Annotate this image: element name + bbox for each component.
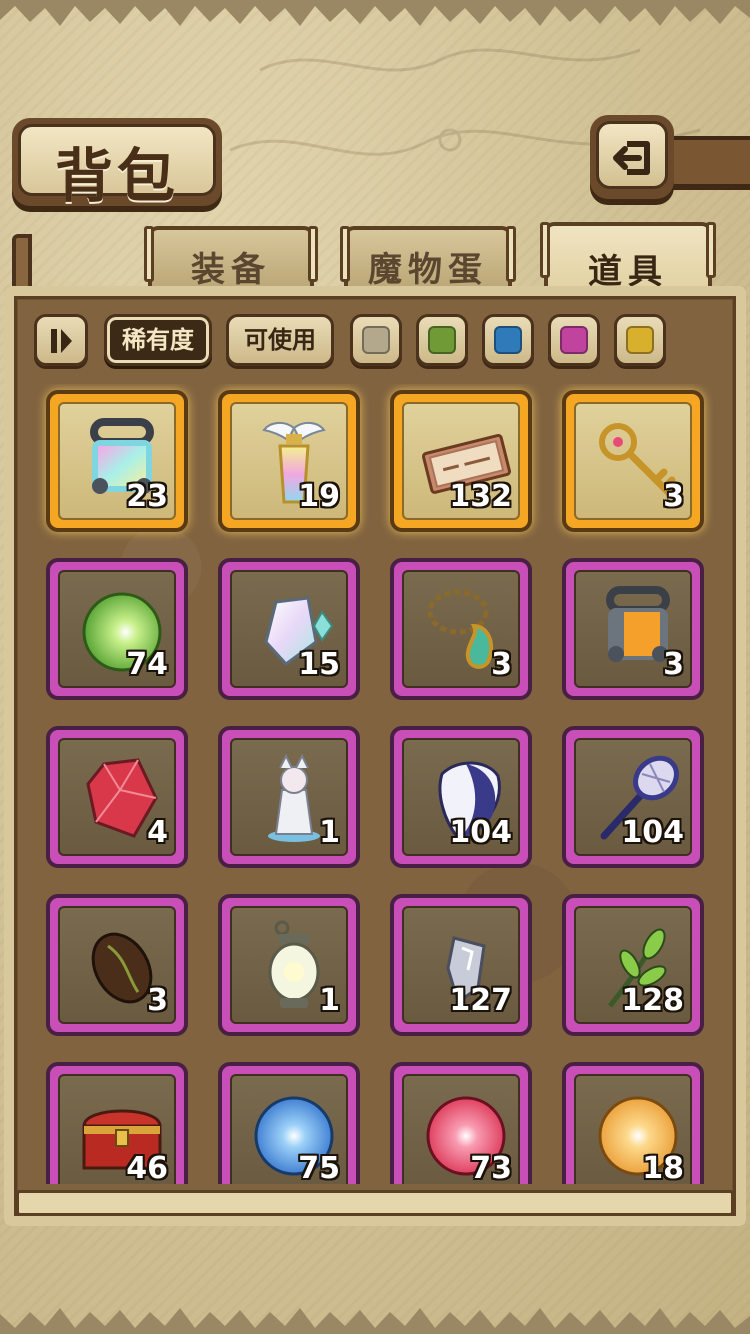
item-grid: 23 19 132 3 74 15 3 3 4 1 104 104 3 1 12…: [30, 384, 720, 1184]
item-slot-inner: 18: [574, 1074, 692, 1184]
item-slot-inner: 46: [58, 1074, 176, 1184]
tab-equipment[interactable]: 装备: [144, 226, 318, 292]
back-button[interactable]: [590, 115, 674, 199]
usable-filter-button[interactable]: 可使用: [226, 314, 334, 366]
back-button-rail: [670, 136, 750, 190]
item-slot-inner: 104: [574, 738, 692, 856]
sort-toggle-icon: [51, 329, 72, 353]
item-slot-inner: 19: [230, 402, 348, 520]
bottom-zigzag-border: [0, 1308, 750, 1334]
color-swatch: [428, 326, 456, 354]
item-slot[interactable]: 132: [390, 390, 532, 532]
item-slot-inner: 15: [230, 570, 348, 688]
color-filter-gray[interactable]: [350, 314, 402, 366]
item-slot[interactable]: 18: [562, 1062, 704, 1184]
rarity-filter-button[interactable]: 稀有度: [104, 314, 212, 366]
item-slot-inner: 3: [58, 906, 176, 1024]
color-filter-pink[interactable]: [548, 314, 600, 366]
tab-monster-eggs-label: 魔物蛋: [368, 250, 488, 290]
color-swatch: [494, 326, 522, 354]
panel-bottom-bar: [16, 1190, 734, 1216]
tab-monster-eggs[interactable]: 魔物蛋: [340, 226, 516, 292]
item-slot-inner: 75: [230, 1074, 348, 1184]
color-filter-gold[interactable]: [614, 314, 666, 366]
item-slot[interactable]: 104: [562, 726, 704, 868]
item-count: 104: [449, 815, 512, 850]
tab-bar-left-rail: [12, 234, 32, 294]
item-slot[interactable]: 3: [562, 390, 704, 532]
item-slot[interactable]: 128: [562, 894, 704, 1036]
sort-toggle-button[interactable]: [34, 314, 88, 366]
item-slot-inner: 3: [574, 570, 692, 688]
tab-equipment-label: 装备: [191, 250, 271, 290]
item-count: 3: [147, 983, 168, 1018]
item-slot-inner: 73: [402, 1074, 520, 1184]
item-count: 3: [491, 647, 512, 682]
item-count: 3: [663, 647, 684, 682]
item-slot-inner: 74: [58, 570, 176, 688]
item-slot[interactable]: 3: [46, 894, 188, 1036]
top-zigzag-border: [0, 0, 750, 26]
item-count: 73: [470, 1151, 512, 1184]
item-slot[interactable]: 15: [218, 558, 360, 700]
item-slot[interactable]: 4: [46, 726, 188, 868]
item-count: 1: [319, 815, 340, 850]
color-swatch: [362, 326, 390, 354]
filter-row: 稀有度 可使用: [34, 314, 724, 366]
item-count: 3: [663, 479, 684, 514]
item-slot[interactable]: 75: [218, 1062, 360, 1184]
tab-post: [706, 222, 716, 278]
item-count: 19: [298, 479, 340, 514]
page-title: 背包: [54, 142, 179, 210]
item-slot[interactable]: 73: [390, 1062, 532, 1184]
item-slot-inner: 4: [58, 738, 176, 856]
item-slot-inner: 127: [402, 906, 520, 1024]
item-count: 15: [298, 647, 340, 682]
item-slot-inner: 23: [58, 402, 176, 520]
inventory-screen: 背包 装备 魔物蛋 道具 稀有度 可使用 23 19 132 3 74 15 3…: [0, 0, 750, 1334]
item-slot-inner: 1: [230, 906, 348, 1024]
tab-post: [506, 226, 516, 282]
item-slot[interactable]: 74: [46, 558, 188, 700]
item-slot[interactable]: 46: [46, 1062, 188, 1184]
item-count: 74: [126, 647, 168, 682]
item-count: 18: [642, 1151, 684, 1184]
color-swatch: [626, 326, 654, 354]
item-count: 23: [126, 479, 168, 514]
item-slot-inner: 132: [402, 402, 520, 520]
color-filter-blue[interactable]: [482, 314, 534, 366]
item-slot[interactable]: 104: [390, 726, 532, 868]
item-count: 46: [126, 1151, 168, 1184]
tab-post: [308, 226, 318, 282]
item-count: 75: [298, 1151, 340, 1184]
item-count: 4: [147, 815, 168, 850]
title-plaque: 背包: [12, 118, 222, 210]
item-count: 127: [449, 983, 512, 1018]
item-count: 128: [621, 983, 684, 1018]
item-count: 1: [319, 983, 340, 1018]
item-slot-inner: 3: [402, 570, 520, 688]
item-slot-inner: 3: [574, 402, 692, 520]
return-arrow-icon: [613, 141, 650, 175]
item-count: 104: [621, 815, 684, 850]
color-swatch: [560, 326, 588, 354]
item-slot[interactable]: 19: [218, 390, 360, 532]
item-slot[interactable]: 127: [390, 894, 532, 1036]
item-slot[interactable]: 1: [218, 726, 360, 868]
item-slot-inner: 128: [574, 906, 692, 1024]
item-slot-inner: 1: [230, 738, 348, 856]
item-slot[interactable]: 23: [46, 390, 188, 532]
item-slot[interactable]: 1: [218, 894, 360, 1036]
item-slot-inner: 104: [402, 738, 520, 856]
item-count: 132: [449, 479, 512, 514]
item-slot[interactable]: 3: [562, 558, 704, 700]
color-filter-green[interactable]: [416, 314, 468, 366]
item-slot[interactable]: 3: [390, 558, 532, 700]
